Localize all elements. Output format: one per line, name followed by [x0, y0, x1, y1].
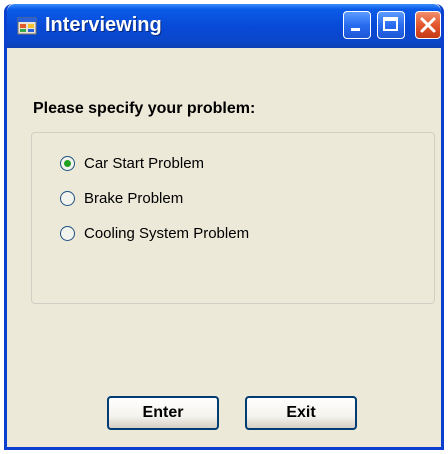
window-content: Please specify your problem: Car Start P…	[7, 48, 441, 447]
exit-button[interactable]: Exit	[245, 396, 357, 430]
radio-car-start-problem[interactable]	[60, 155, 75, 171]
problem-options-group: Car Start Problem Brake Problem Cooling …	[31, 132, 435, 304]
option-car-start-problem[interactable]: Car Start Problem	[60, 151, 204, 175]
option-label: Brake Problem	[84, 189, 184, 207]
radio-brake-problem[interactable]	[60, 190, 75, 206]
radio-cooling-system-problem[interactable]	[60, 225, 75, 241]
maximize-icon	[383, 17, 398, 31]
main-window: Interviewing Please specify your problem…	[4, 4, 444, 450]
option-brake-problem[interactable]: Brake Problem	[60, 186, 183, 210]
option-label: Car Start Problem	[84, 154, 205, 172]
title-bar[interactable]: Interviewing	[7, 4, 441, 48]
window-title: Interviewing	[45, 14, 162, 36]
minimize-icon	[351, 28, 360, 31]
option-label: Cooling System Problem	[84, 224, 250, 242]
enter-button[interactable]: Enter	[107, 396, 219, 430]
form-icon	[17, 17, 37, 35]
radio-selected-dot	[64, 159, 71, 167]
minimize-button[interactable]	[343, 11, 371, 39]
close-icon	[420, 17, 436, 33]
maximize-button[interactable]	[377, 11, 405, 39]
option-cooling-system-problem[interactable]: Cooling System Problem	[60, 221, 249, 245]
close-button[interactable]	[415, 11, 441, 39]
problem-prompt-label: Please specify your problem:	[33, 100, 256, 117]
